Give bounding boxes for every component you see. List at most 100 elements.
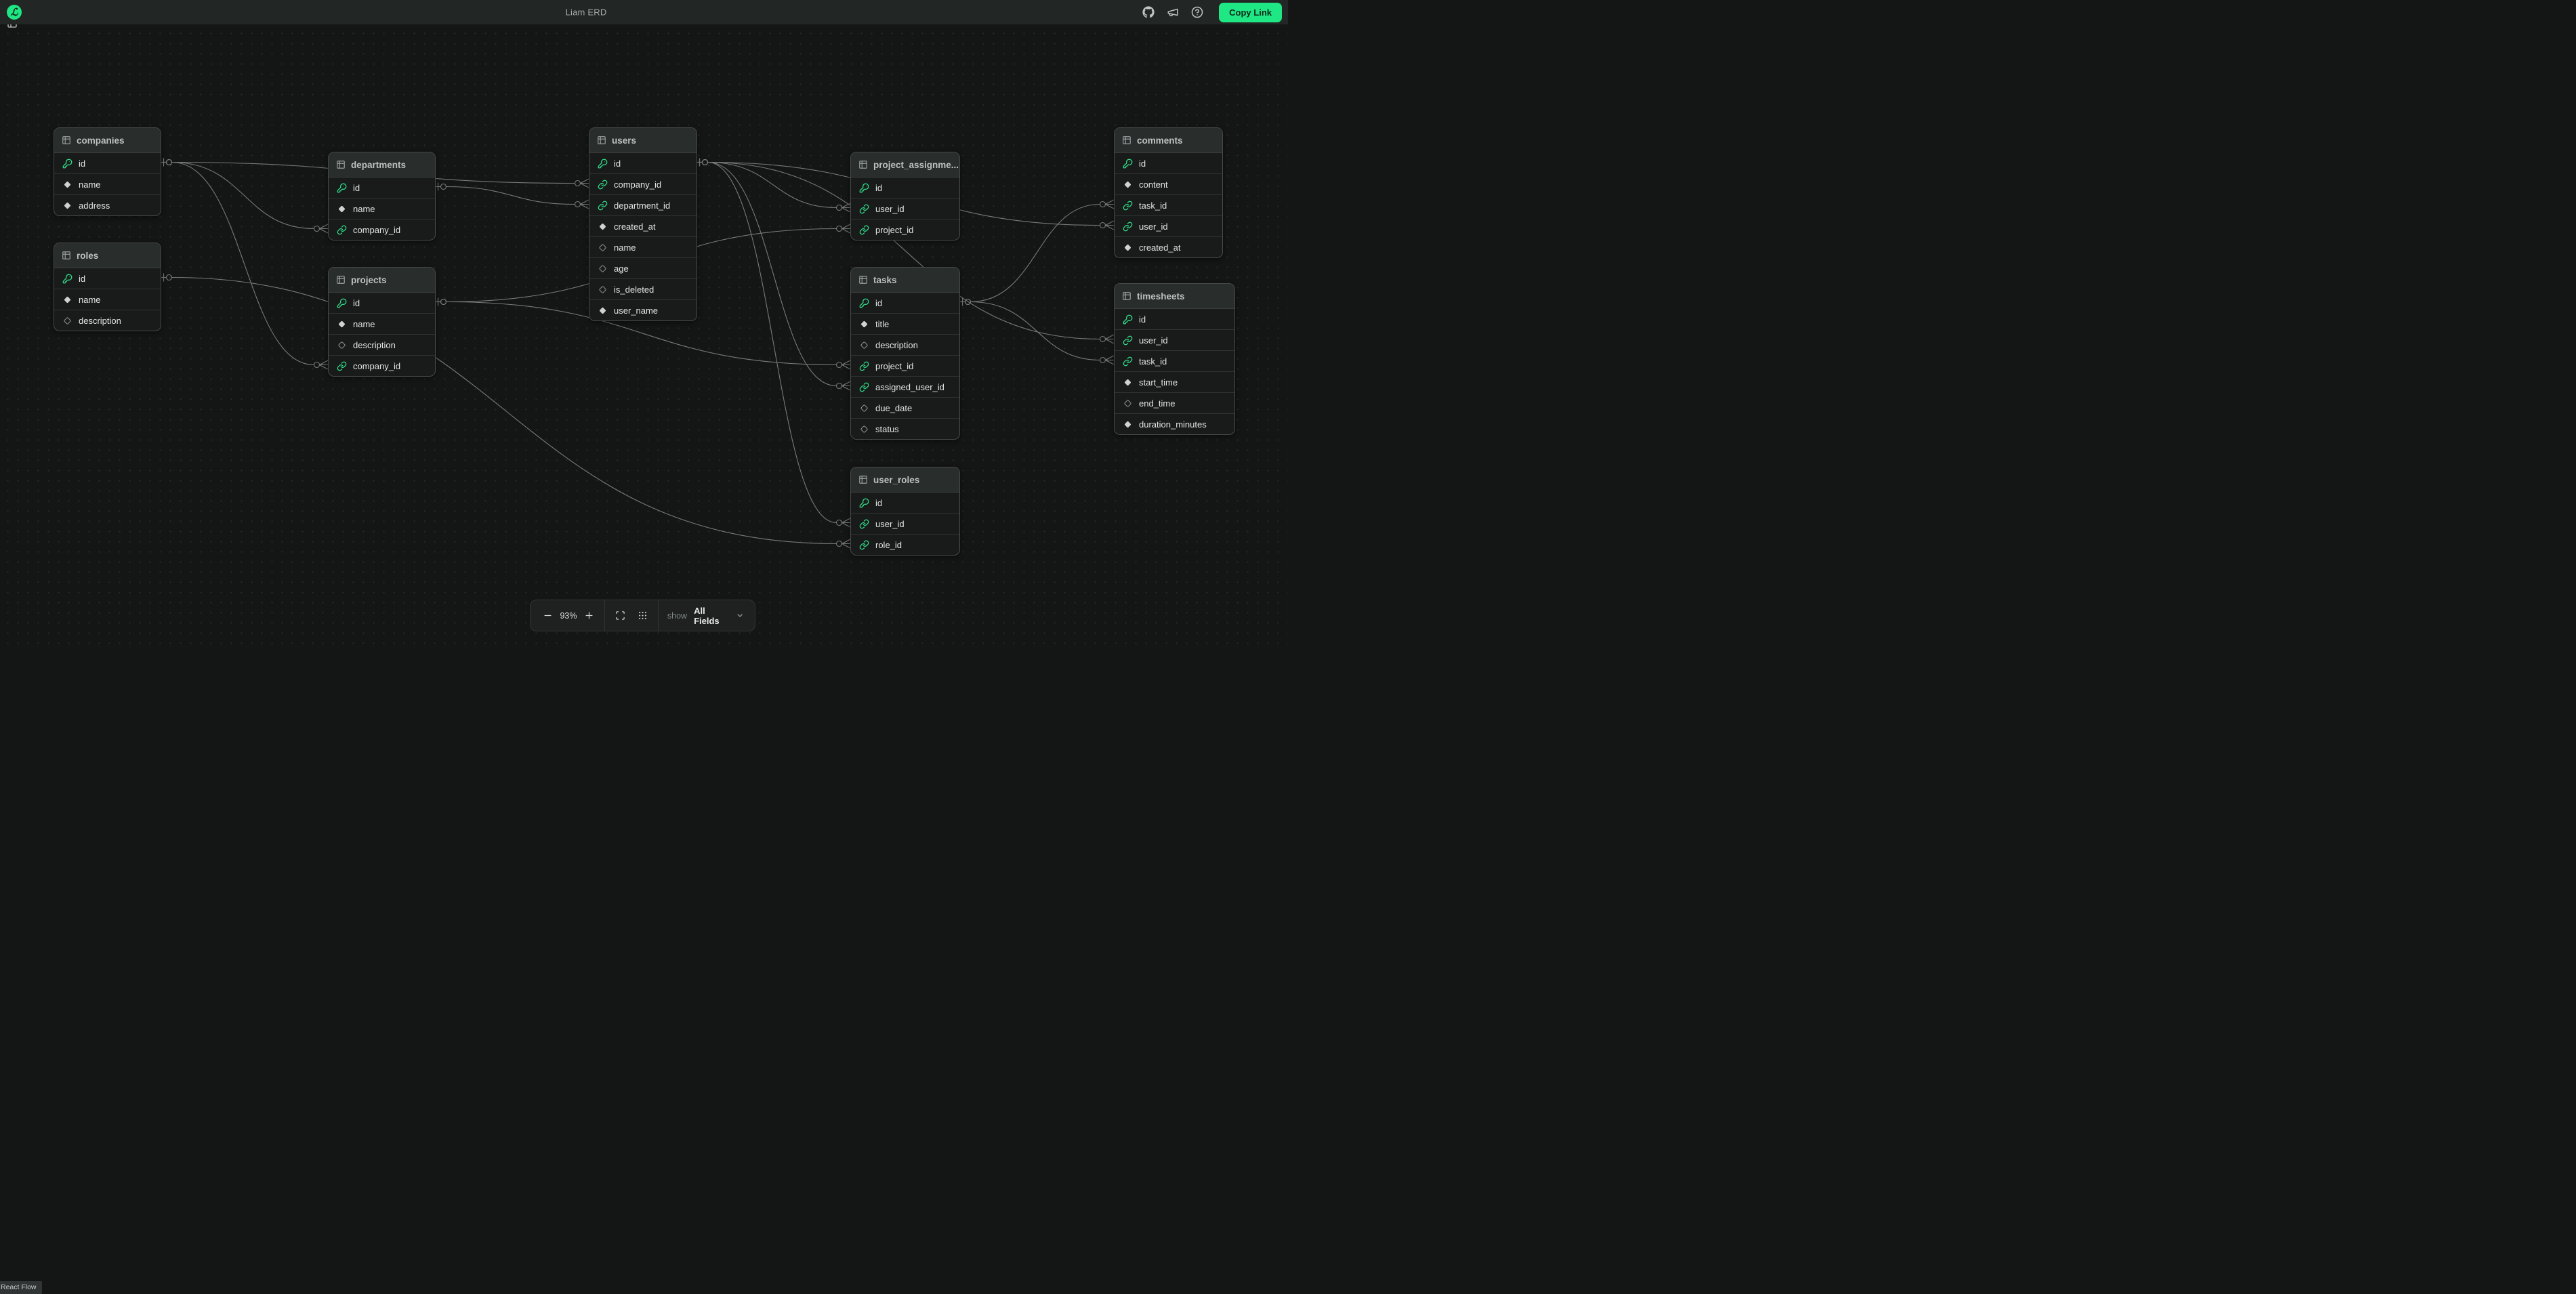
table-field-row-name[interactable]: name [54, 289, 161, 310]
table-icon [62, 135, 71, 145]
table-field-row-id[interactable]: id [329, 292, 435, 313]
table-node-users[interactable]: usersidcompany_iddepartment_id created_at… [589, 127, 697, 321]
table-node-comments[interactable]: commentsidcontenttask_id user_id created_a… [1114, 127, 1223, 258]
table-field-row-id[interactable]: id [329, 177, 435, 198]
table-header[interactable]: project_assignme... [851, 152, 959, 177]
table-field-row-due_date[interactable]: due_date [851, 397, 959, 418]
table-field-row-duration_minutes[interactable]: duration_minutes [1115, 413, 1234, 434]
table-field-row-role_id[interactable]: role_id [851, 534, 959, 555]
zoom-out-button[interactable] [541, 609, 554, 623]
table-field-row-description[interactable]: description [54, 310, 161, 331]
table-field-row-name[interactable]: name [329, 198, 435, 219]
foreign-key-icon [1123, 356, 1133, 367]
table-header[interactable]: projects [329, 268, 435, 292]
field-name: is_deleted [614, 285, 654, 295]
table-field-row-title[interactable]: title [851, 313, 959, 334]
table-field-row-status[interactable]: status [851, 418, 959, 439]
foreign-key-icon [337, 361, 347, 371]
table-field-row-department_id[interactable]: department_id [589, 194, 697, 215]
liam-logo[interactable]: ℒ [7, 5, 22, 20]
fields-filter-select[interactable]: All Fields [694, 606, 744, 626]
table-field-row-id[interactable]: id [1115, 308, 1234, 329]
table-field-row-id[interactable]: id [54, 152, 161, 173]
table-field-row-end_time[interactable]: end_time [1115, 392, 1234, 413]
table-field-row-id[interactable]: id [54, 268, 161, 289]
table-field-row-id[interactable]: id [851, 292, 959, 313]
table-field-row-user_id[interactable]: user_id [1115, 215, 1222, 236]
field-name: name [353, 204, 375, 214]
foreign-key-icon [598, 180, 608, 190]
megaphone-icon [1167, 6, 1179, 18]
table-node-tasks[interactable]: tasksidtitledescriptionproject_idassigne… [850, 267, 960, 440]
table-node-timesheets[interactable]: timesheetsiduser_idtask_idstart_timeend_… [1114, 283, 1235, 435]
github-button[interactable] [1142, 5, 1155, 19]
table-icon [336, 160, 346, 169]
table-field-row-id[interactable]: id [851, 492, 959, 513]
not-null-diamond-icon [1123, 243, 1133, 253]
field-name: description [353, 340, 396, 350]
table-header[interactable]: tasks [851, 268, 959, 292]
table-header[interactable]: companies [54, 128, 161, 152]
table-field-row-content[interactable]: content [1115, 173, 1222, 194]
table-header[interactable]: user_roles [851, 467, 959, 492]
field-name: id [353, 298, 360, 308]
announcements-button[interactable] [1166, 5, 1180, 19]
table-field-row-name[interactable]: name [329, 313, 435, 334]
table-header[interactable]: timesheets [1115, 284, 1234, 308]
table-field-row-assigned_user_id[interactable]: assigned_user_id [851, 376, 959, 397]
table-node-user_roles[interactable]: user_rolesiduser_idrole_id [850, 467, 960, 556]
table-field-row-start_time[interactable]: start_time [1115, 371, 1234, 392]
help-button[interactable] [1190, 5, 1204, 19]
copy-link-button[interactable]: Copy Link [1219, 3, 1282, 22]
table-header[interactable]: roles [54, 243, 161, 268]
table-field-row-project_id[interactable]: project_id [851, 355, 959, 376]
table-field-row-user_name[interactable]: user_name [589, 299, 697, 320]
table-node-roles[interactable]: roles idnamedescription [54, 243, 161, 331]
zoom-in-button[interactable] [583, 609, 596, 623]
table-node-project_assignments[interactable]: project_assignme...iduser_idproject_id [850, 152, 960, 241]
table-node-projects[interactable]: projects id name description company_id [328, 267, 436, 377]
primary-key-icon [859, 498, 869, 508]
table-field-row-name[interactable]: name [54, 173, 161, 194]
table-field-row-project_id[interactable]: project_id [851, 219, 959, 240]
field-name: created_at [614, 222, 655, 232]
table-field-row-description[interactable]: description [329, 334, 435, 355]
table-field-row-id[interactable]: id [589, 152, 697, 173]
table-field-row-created_at[interactable]: created_at [1115, 236, 1222, 257]
table-node-departments[interactable]: departmentsid name company_id [328, 152, 436, 241]
table-field-row-company_id[interactable]: company_id [329, 219, 435, 240]
table-field-row-age[interactable]: age [589, 257, 697, 278]
table-field-row-is_deleted[interactable]: is_deleted [589, 278, 697, 299]
table-field-row-name[interactable]: name [589, 236, 697, 257]
table-field-row-task_id[interactable]: task_id [1115, 194, 1222, 215]
show-label: show [667, 611, 687, 621]
table-header[interactable]: departments [329, 152, 435, 177]
table-name: roles [77, 251, 98, 261]
table-field-row-user_id[interactable]: user_id [1115, 329, 1234, 350]
table-field-row-address[interactable]: address [54, 194, 161, 215]
primary-key-icon [598, 159, 608, 169]
table-node-companies[interactable]: companiesidnameaddress [54, 127, 161, 216]
field-name: name [353, 319, 375, 329]
table-field-row-description[interactable]: description [851, 334, 959, 355]
table-field-row-id[interactable]: id [1115, 152, 1222, 173]
table-field-row-created_at[interactable]: created_at [589, 215, 697, 236]
primary-key-icon [62, 159, 72, 169]
table-field-row-company_id[interactable]: company_id [589, 173, 697, 194]
field-name: user_id [1139, 222, 1168, 232]
table-field-row-user_id[interactable]: user_id [851, 513, 959, 534]
diagram-canvas[interactable] [0, 24, 1288, 647]
tidy-up-button[interactable] [636, 609, 649, 623]
field-name: duration_minutes [1139, 419, 1207, 430]
table-field-row-id[interactable]: id [851, 177, 959, 198]
fit-view-button[interactable] [614, 609, 627, 623]
top-bar-actions: Copy Link [1142, 0, 1282, 24]
table-field-row-user_id[interactable]: user_id [851, 198, 959, 219]
table-field-row-task_id[interactable]: task_id [1115, 350, 1234, 371]
fields-filter-value: All Fields [694, 606, 731, 626]
table-header[interactable]: comments [1115, 128, 1222, 152]
fit-view-icon [615, 610, 625, 621]
react-flow-attribution[interactable]: React Flow [0, 1281, 42, 1294]
table-header[interactable]: users [589, 128, 697, 152]
table-field-row-company_id[interactable]: company_id [329, 355, 435, 376]
